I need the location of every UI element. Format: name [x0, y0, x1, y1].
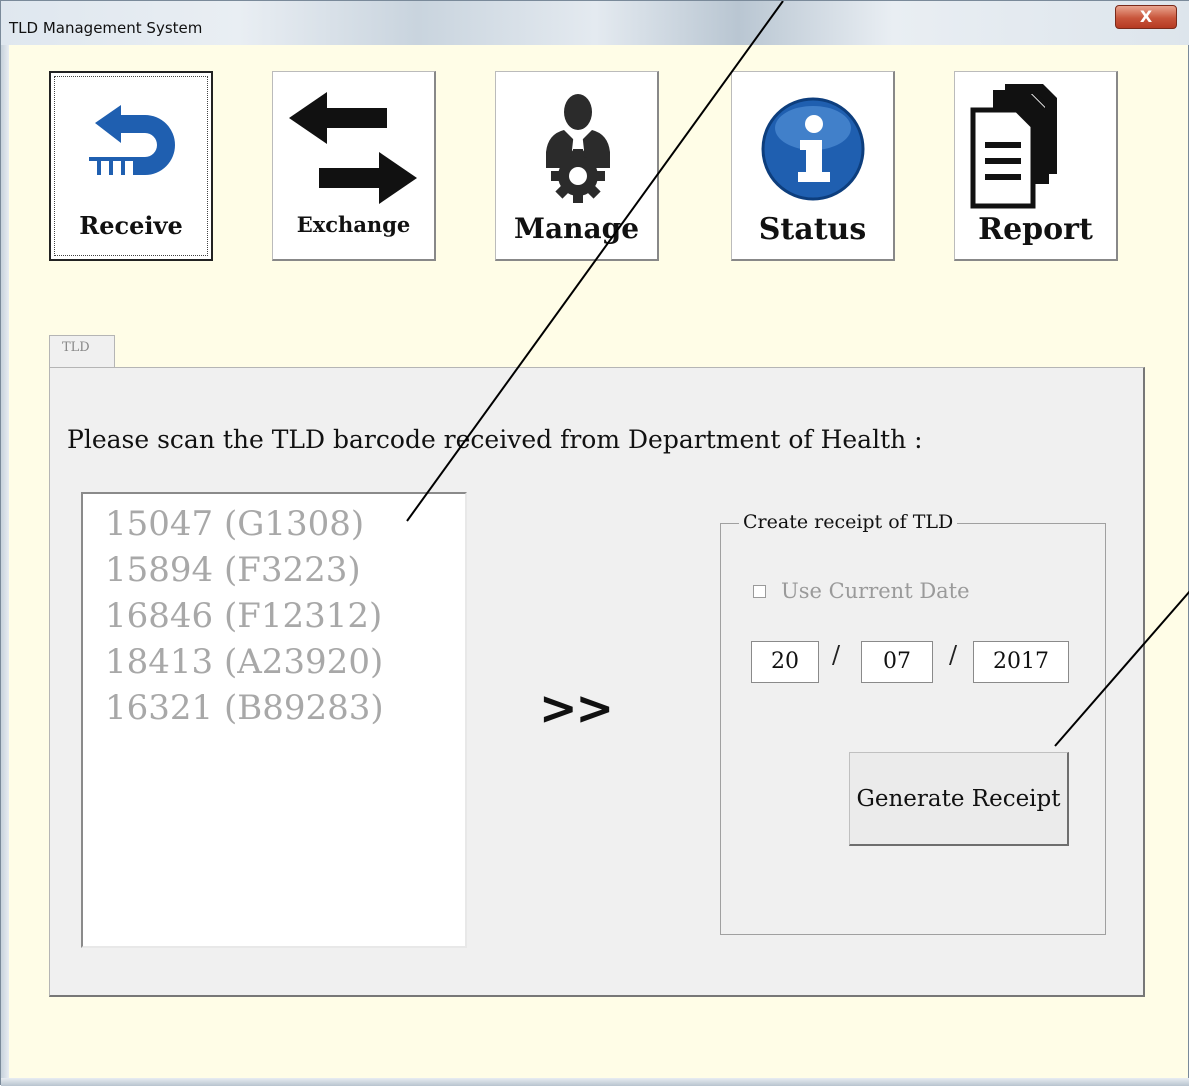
list-item[interactable]: 18413 (A23920) — [105, 642, 383, 682]
list-item[interactable]: 16846 (F12312) — [105, 596, 382, 636]
date-separator: / — [949, 641, 958, 669]
scan-instruction: Please scan the TLD barcode received fro… — [67, 425, 923, 454]
date-separator: / — [832, 641, 841, 669]
manage-label: Manage — [513, 212, 640, 245]
exchange-icon — [289, 92, 417, 204]
day-field[interactable]: 20 — [751, 641, 819, 683]
app-window: TLD Management System X Receive Exchange — [0, 0, 1189, 1086]
receive-button[interactable]: Receive — [49, 71, 213, 261]
list-item[interactable]: 16321 (B89283) — [105, 688, 384, 728]
list-item[interactable]: 15894 (F3223) — [105, 550, 361, 590]
use-current-date-checkbox[interactable] — [753, 585, 766, 598]
status-label: Status — [758, 212, 867, 247]
window-frame-left — [1, 45, 9, 1086]
generate-receipt-button[interactable]: Generate Receipt — [849, 752, 1069, 846]
info-icon — [761, 97, 865, 201]
list-item[interactable]: 15047 (G1308) — [105, 504, 364, 544]
receipt-group-title: Create receipt of TLD — [739, 511, 958, 533]
report-label: Report — [978, 212, 1093, 247]
transfer-arrows-icon: >> — [539, 681, 614, 735]
window-title: TLD Management System — [9, 19, 203, 37]
use-current-date-label: Use Current Date — [781, 579, 970, 603]
status-button[interactable]: Status — [731, 71, 895, 261]
receive-label: Receive — [79, 211, 183, 240]
tab-tld[interactable]: TLD — [49, 335, 115, 369]
exchange-label: Exchange — [296, 212, 411, 237]
month-field[interactable]: 07 — [861, 641, 933, 683]
exchange-button[interactable]: Exchange — [272, 71, 436, 261]
receive-icon — [89, 105, 175, 175]
manager-gear-icon — [546, 94, 610, 203]
report-button[interactable]: Report — [954, 71, 1118, 261]
year-field[interactable]: 2017 — [973, 641, 1069, 683]
documents-icon — [970, 84, 1057, 209]
manage-button[interactable]: Manage — [495, 71, 659, 261]
close-button[interactable]: X — [1115, 5, 1177, 29]
scanned-barcode-list[interactable]: 15047 (G1308) 15894 (F3223) 16846 (F1231… — [81, 492, 467, 948]
title-bar[interactable]: TLD Management System X — [1, 1, 1189, 45]
tab-tld-label: TLD — [62, 340, 90, 355]
